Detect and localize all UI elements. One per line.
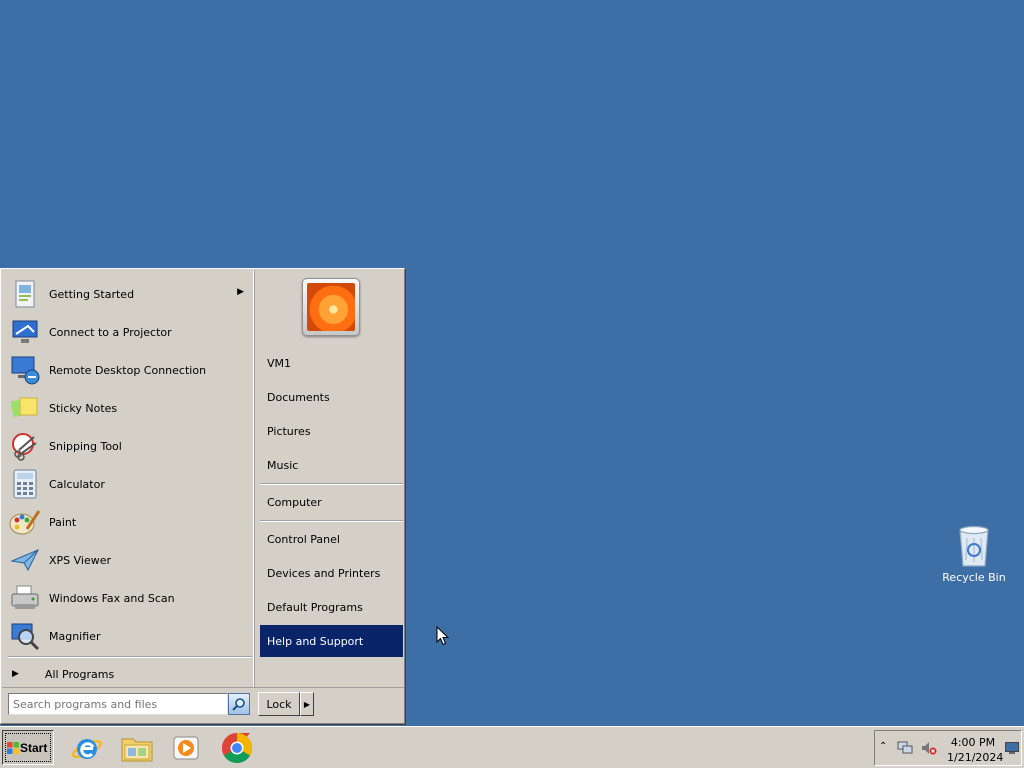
flower-picture-icon <box>307 283 355 331</box>
places-separator <box>260 483 403 485</box>
snipping-tool-icon <box>8 429 42 463</box>
place-help-support[interactable]: Help and Support <box>260 625 403 657</box>
start-menu-places-pane: VM1 Documents Pictures Music Computer Co… <box>257 270 404 687</box>
search-input[interactable] <box>8 693 228 715</box>
taskbar-chrome[interactable] <box>220 731 254 765</box>
show-desktop-button[interactable] <box>1005 742 1019 757</box>
fax-scan-icon <box>8 581 42 615</box>
chrome-icon <box>221 733 253 764</box>
search-button[interactable] <box>228 693 250 715</box>
submenu-arrow-icon: ▶ <box>237 287 244 297</box>
place-label: Documents <box>267 390 330 404</box>
place-devices-printers[interactable]: Devices and Printers <box>260 557 403 589</box>
program-label: Sticky Notes <box>49 401 118 415</box>
getting-started-icon <box>8 277 42 311</box>
program-sticky-notes[interactable]: Sticky Notes <box>8 390 252 426</box>
all-programs-arrow-icon: ▶ <box>12 669 19 679</box>
chevron-up-icon: ⌃ <box>879 741 888 752</box>
xps-viewer-icon <box>8 543 42 577</box>
system-clock[interactable]: 4:00 PM 1/21/2024 <box>947 735 1004 765</box>
program-calculator[interactable]: Calculator <box>8 466 252 502</box>
place-label: Pictures <box>267 424 311 438</box>
place-label: VM1 <box>267 356 292 370</box>
internet-explorer-icon <box>71 739 103 759</box>
start-menu-programs-pane: Getting Started ▶ Connect to a Projector… <box>2 270 255 687</box>
start-menu-bottom-bar: Lock ▶ <box>2 687 404 723</box>
all-programs[interactable]: ▶ All Programs <box>12 666 114 682</box>
place-user-folder[interactable]: VM1 <box>260 347 403 379</box>
program-snipping-tool[interactable]: Snipping Tool <box>8 428 252 464</box>
shutdown-options-button[interactable]: ▶ <box>300 692 314 716</box>
mouse-cursor-icon <box>436 625 450 649</box>
volume-muted-icon[interactable] <box>921 741 937 758</box>
program-label: XPS Viewer <box>49 553 112 567</box>
user-avatar[interactable] <box>302 278 360 336</box>
program-paint[interactable]: Paint <box>8 504 252 540</box>
start-button[interactable]: Start <box>2 730 54 765</box>
place-label: Computer <box>267 495 322 509</box>
place-default-programs[interactable]: Default Programs <box>260 591 403 623</box>
search-icon <box>232 698 245 711</box>
program-label: Remote Desktop Connection <box>49 363 207 377</box>
place-music[interactable]: Music <box>260 449 403 481</box>
sticky-notes-icon <box>8 391 42 425</box>
focus-ring <box>5 733 51 762</box>
recycle-bin[interactable]: Recycle Bin <box>942 522 1006 584</box>
place-label: Music <box>267 458 299 472</box>
program-label: Connect to a Projector <box>49 325 172 339</box>
program-label: Windows Fax and Scan <box>49 591 175 605</box>
network-icon[interactable] <box>897 741 913 758</box>
calculator-icon <box>8 467 42 501</box>
remote-desktop-icon <box>8 353 42 387</box>
taskbar-internet-explorer[interactable] <box>70 731 104 765</box>
recycle-bin-label: Recycle Bin <box>942 571 1006 584</box>
program-getting-started[interactable]: Getting Started ▶ <box>8 276 252 312</box>
program-label: Paint <box>49 515 77 529</box>
media-player-icon <box>173 736 199 760</box>
program-label: Calculator <box>49 477 105 491</box>
program-connect-projector[interactable]: Connect to a Projector <box>8 314 252 350</box>
all-programs-label: All Programs <box>44 667 115 681</box>
programs-separator <box>8 656 252 658</box>
place-control-panel[interactable]: Control Panel <box>260 523 403 555</box>
start-menu: Getting Started ▶ Connect to a Projector… <box>0 268 405 724</box>
magnifier-icon <box>8 619 42 653</box>
clock-date: 1/21/2024 <box>947 751 1004 764</box>
program-fax-scan[interactable]: Windows Fax and Scan <box>8 580 252 616</box>
place-label: Control Panel <box>267 532 340 546</box>
place-label: Help and Support <box>267 634 364 648</box>
paint-icon <box>8 505 42 539</box>
place-label: Default Programs <box>267 600 363 614</box>
chevron-right-icon: ▶ <box>303 699 311 709</box>
taskbar: Start ⌃ 4:00 PM 1/21/2024 <box>0 726 1024 768</box>
program-label: Magnifier <box>49 629 101 643</box>
recycle-bin-icon <box>959 525 989 567</box>
place-pictures[interactable]: Pictures <box>260 415 403 447</box>
notification-area: ⌃ 4:00 PM 1/21/2024 <box>874 730 1022 766</box>
lock-label: Lock <box>266 697 292 711</box>
program-remote-desktop[interactable]: Remote Desktop Connection <box>8 352 252 388</box>
place-computer[interactable]: Computer <box>260 486 403 518</box>
program-magnifier[interactable]: Magnifier <box>8 618 252 654</box>
program-label: Snipping Tool <box>49 439 122 453</box>
clock-time: 4:00 PM <box>950 736 996 749</box>
place-documents[interactable]: Documents <box>260 381 403 413</box>
projector-icon <box>8 315 42 349</box>
program-xps-viewer[interactable]: XPS Viewer <box>8 542 252 578</box>
place-label: Devices and Printers <box>267 566 381 580</box>
taskbar-media-player[interactable] <box>170 731 204 765</box>
show-hidden-icons-button[interactable]: ⌃ <box>879 741 887 752</box>
program-label: Getting Started <box>49 287 135 301</box>
lock-button[interactable]: Lock <box>258 692 300 716</box>
folder-icon <box>121 738 153 762</box>
places-separator <box>260 520 403 522</box>
show-desktop-icon <box>1005 742 1019 754</box>
taskbar-windows-explorer[interactable] <box>120 731 154 765</box>
